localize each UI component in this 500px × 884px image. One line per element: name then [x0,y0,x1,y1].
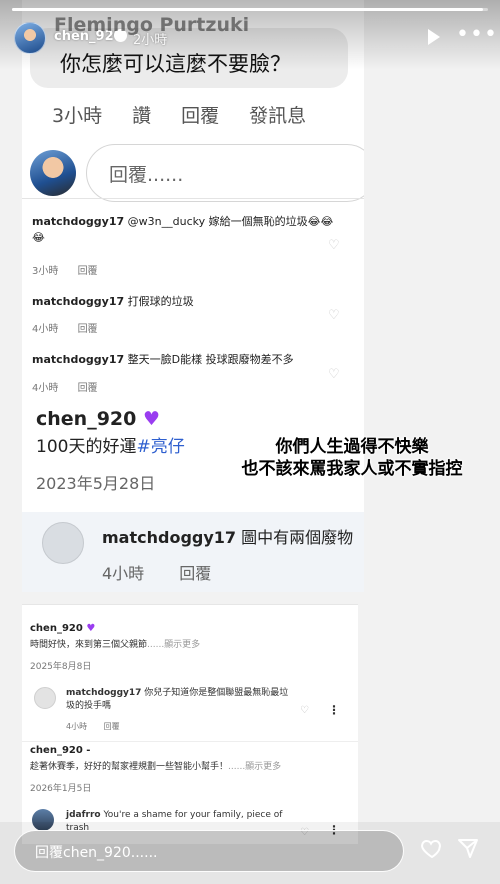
post-date: 2023年5月28日 [36,474,156,493]
more-icon[interactable]: ••• [456,22,498,47]
send-icon[interactable] [456,836,480,860]
post-text-body: 時間好快，來到第三個父親節 [30,640,148,650]
reply-time: 4小時 [66,722,88,731]
reply-screenshot: matchdoggy17 圖中有兩個廢物 4小時 回覆 [22,512,364,592]
more-icon: ⋮ [328,703,340,717]
post-author: chen_920 ♥ [36,408,160,430]
reply-action: 回覆 [181,105,220,127]
post-text-body: 趁著休賽季，好好的幫家裡規劃一些智能小幫手！ [30,762,229,772]
comment-time: 3小時 [52,105,103,127]
reply-link: 回覆 [103,722,120,731]
list-item: matchdoggy17 @w3n__ducky 嫁給一個無恥的垃圾😂😂😂 [32,214,342,246]
reply-meta: 4小時 回覆 [102,560,241,584]
reply-user: matchdoggy17 [102,528,237,547]
message-action: 發訊息 [249,105,307,127]
post-author: chen_920 - [30,745,91,756]
comment-reply-link: 回覆 [77,266,98,277]
reply-text: 圖中有兩個廢物 [241,528,354,547]
post-text: 時間好快，來到第三個父親節......顯示更多 [30,637,200,650]
comment-time: 4小時 [32,324,59,335]
reply-link: 回覆 [179,564,212,583]
post-author-name: chen_920 [30,745,83,756]
comment-user: matchdoggy17 [32,295,125,308]
reply-input-image: 回覆...... [86,144,364,202]
heart-icon: ♡ [328,308,340,323]
comment-reply-link: 回覆 [77,324,98,335]
avatar [30,150,76,196]
reply-user: matchdoggy17 [66,688,142,698]
post-author: chen_920 ♥ [30,623,95,634]
story-frame: 你怎麼可以這麼不要臉？ 3小時 讚 回覆 發訊息 回覆...... matchd… [0,0,500,884]
reply-line: matchdoggy17 圖中有兩個廢物 [102,524,353,548]
comment-meta: 3小時 回覆 [32,262,114,277]
post-text: 趁著休賽季，好好的幫家裡規劃一些智能小幫手！......顯示更多 [30,759,281,772]
overlay-line-2: 也不該來罵我家人或不實指控 [241,459,463,479]
post-date: 2026年1月5日 [30,784,92,794]
post-caption: 100天的好運#亮仔 [36,432,185,457]
avatar [34,687,56,709]
story-text-overlay: 你們人生過得不快樂 也不該來罵我家人或不實指控 [212,436,492,480]
heart-icon: ♡ [328,238,340,253]
comment-time: 3小時 [32,266,59,277]
story-progress-fill [12,8,484,11]
story-reply-placeholder: 回覆chen_920...... [35,845,158,861]
heart-icon[interactable] [420,836,444,860]
like-action: 讚 [132,105,152,127]
show-more: ......顯示更多 [228,762,282,772]
comment-meta: 4小時 回覆 [32,320,114,335]
comment-bubble-author: Flemingo Purtzuki [54,14,250,36]
post-date: 2025年8月8日 [30,662,92,672]
comment-user: matchdoggy17 [32,215,125,228]
avatar [42,522,84,564]
comment-text: 打假球的垃圾 [127,295,194,308]
comment-user: matchdoggy17 [32,353,125,366]
overlay-line-1: 你們人生過得不快樂 [275,437,429,457]
comment-reply-link: 回覆 [77,383,98,394]
comment-actions: 3小時 讚 回覆 發訊息 [52,101,336,128]
heart-icon: ♡ [300,705,309,716]
comment-meta: 4小時 回覆 [32,379,114,394]
divider [22,741,358,742]
reply-meta: 4小時 回覆 [66,721,134,732]
story-footer: 回覆chen_920...... [0,822,500,884]
post-author-name: chen_920 [30,623,83,634]
purple-heart-icon: ♥ [86,623,96,634]
avatar[interactable] [14,22,46,54]
divider [22,198,364,199]
story-progress-bar [12,8,488,11]
list-item: matchdoggy17 打假球的垃圾 [32,294,342,310]
post-author-name: chen_920 [36,408,137,430]
comment-time: 4小時 [32,383,59,394]
comment-screenshot-bottom: chen_920 ♥ 時間好快，來到第三個父親節......顯示更多 2025年… [22,604,358,844]
caption-text: 100天的好運 [36,437,137,457]
reply-time: 4小時 [102,564,145,583]
purple-heart-icon: ♥ [143,408,161,430]
story-reply-input[interactable]: 回覆chen_920...... [14,830,404,872]
comment-text: 整天一臉D能樣 投球跟廢物差不多 [127,353,294,366]
show-more: ......顯示更多 [147,640,201,650]
reply-user: jdafrro [66,810,101,820]
reply-line: matchdoggy17 你兒子知道你是整個聯盟最無恥最垃圾的投手嗎 [66,687,296,713]
hashtag: #亮仔 [136,437,185,457]
play-icon[interactable] [428,29,440,45]
list-item: matchdoggy17 整天一臉D能樣 投球跟廢物差不多 [32,352,342,368]
heart-icon: ♡ [328,367,340,382]
